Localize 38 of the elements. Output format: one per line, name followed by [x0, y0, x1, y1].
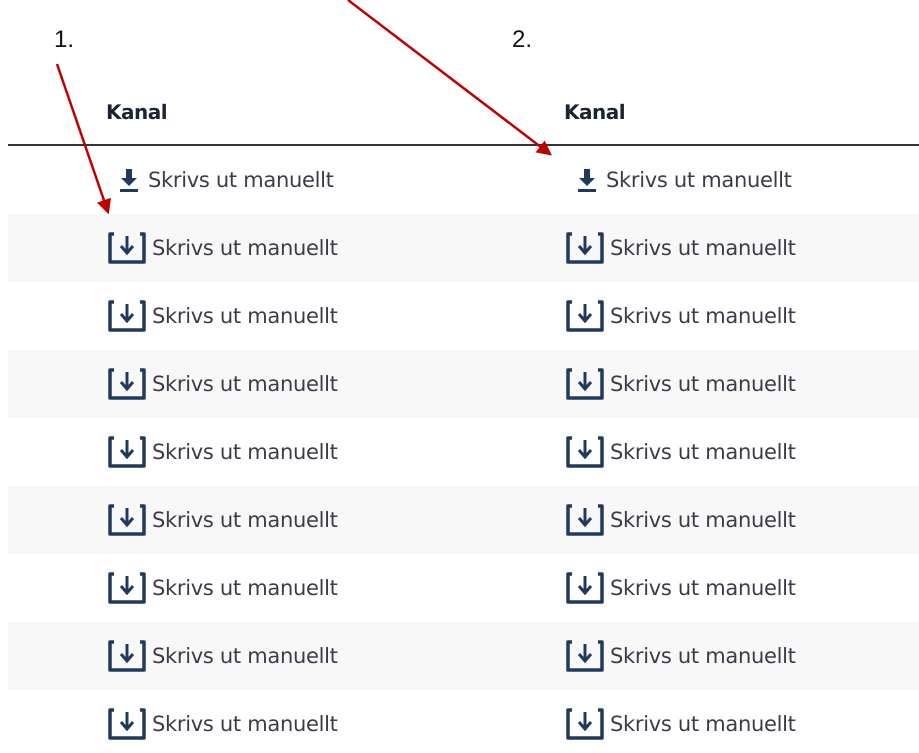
channel-text: Skrivs ut manuellt: [152, 576, 338, 600]
download-box-icon: [564, 503, 606, 537]
channel-text: Skrivs ut manuellt: [610, 236, 796, 260]
channel-text: Skrivs ut manuellt: [152, 236, 338, 260]
channel-text: Skrivs ut manuellt: [152, 304, 338, 328]
channel-text: Skrivs ut manuellt: [152, 372, 338, 396]
download-box-icon: [106, 639, 148, 673]
channel-text: Skrivs ut manuellt: [610, 712, 796, 736]
channel-text: Skrivs ut manuellt: [152, 712, 338, 736]
channel-text: Skrivs ut manuellt: [610, 508, 796, 532]
download-box-icon: [564, 299, 606, 333]
download-box-icon: [106, 503, 148, 537]
channel-text: Skrivs ut manuellt: [606, 168, 792, 192]
download-box-icon: [106, 231, 148, 265]
channel-text: Skrivs ut manuellt: [152, 440, 338, 464]
column-header: Kanal: [564, 100, 626, 124]
download-box-icon: [106, 367, 148, 401]
column-header: Kanal: [106, 100, 168, 124]
channel-text: Skrivs ut manuellt: [610, 372, 796, 396]
channel-text: Skrivs ut manuellt: [610, 576, 796, 600]
download-box-icon: [564, 367, 606, 401]
download-box-icon: [564, 231, 606, 265]
channel-text: Skrivs ut manuellt: [610, 304, 796, 328]
step-number: 1.: [54, 26, 76, 54]
channel-text: Skrivs ut manuellt: [610, 644, 796, 668]
channel-text: Skrivs ut manuellt: [152, 508, 338, 532]
download-box-icon: [106, 435, 148, 469]
download-box-icon: [564, 435, 606, 469]
channel-text: Skrivs ut manuellt: [610, 440, 796, 464]
download-box-icon: [106, 299, 148, 333]
download-box-icon: [564, 707, 606, 741]
download-box-icon: [564, 639, 606, 673]
download-box-icon: [564, 571, 606, 605]
channel-text: Skrivs ut manuellt: [148, 168, 334, 192]
download-box-icon: [106, 571, 148, 605]
step-number: 2.: [512, 26, 534, 54]
channel-text: Skrivs ut manuellt: [152, 644, 338, 668]
download-box-icon: [106, 707, 148, 741]
